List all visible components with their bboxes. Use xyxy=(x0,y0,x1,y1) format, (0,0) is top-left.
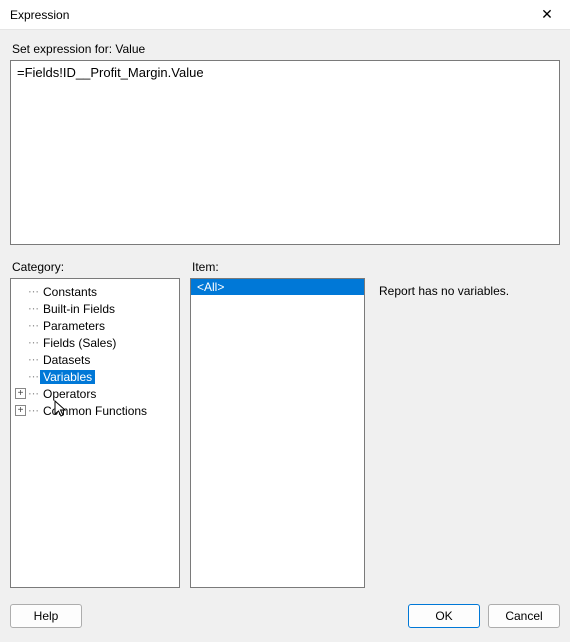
description-text: Report has no variables. xyxy=(375,278,560,304)
tree-connector-icon: ⋯ xyxy=(28,319,38,332)
cancel-button[interactable]: Cancel xyxy=(488,604,560,628)
list-item-all[interactable]: <All> xyxy=(191,279,364,295)
tree-item-variables[interactable]: ⋯ Variables xyxy=(13,368,177,385)
tree-item-builtin-fields[interactable]: ⋯ Built-in Fields xyxy=(13,300,177,317)
expand-icon[interactable]: + xyxy=(15,388,26,399)
middle-panels: Category: ⋯ Constants ⋯ Built-in Fields … xyxy=(10,258,560,588)
tree-item-label: Parameters xyxy=(40,319,108,333)
tree-item-label: Datasets xyxy=(40,353,93,367)
tree-item-parameters[interactable]: ⋯ Parameters xyxy=(13,317,177,334)
tree-connector-icon: ⋯ xyxy=(28,302,38,315)
tree-connector-icon: ⋯ xyxy=(28,353,38,366)
tree-connector-icon: ⋯ xyxy=(28,387,38,400)
item-list-panel[interactable]: <All> xyxy=(190,278,365,588)
help-button[interactable]: Help xyxy=(10,604,82,628)
category-label: Category: xyxy=(12,260,180,274)
list-item-label: <All> xyxy=(197,280,224,294)
item-label: Item: xyxy=(192,260,365,274)
tree-item-datasets[interactable]: ⋯ Datasets xyxy=(13,351,177,368)
window-title: Expression xyxy=(10,8,69,22)
tree-item-constants[interactable]: ⋯ Constants xyxy=(13,283,177,300)
dialog-content: Set expression for: Value Category: ⋯ Co… xyxy=(0,30,570,596)
tree-item-common-functions[interactable]: +⋯ Common Functions xyxy=(13,402,177,419)
tree-item-operators[interactable]: +⋯ Operators xyxy=(13,385,177,402)
ok-button[interactable]: OK xyxy=(408,604,480,628)
dialog-footer: Help OK Cancel xyxy=(0,596,570,638)
tree-item-label: Variables xyxy=(40,370,95,384)
description-spacer xyxy=(377,260,560,274)
expression-label: Set expression for: Value xyxy=(12,42,560,56)
footer-right-group: OK Cancel xyxy=(408,604,560,628)
tree-item-label: Built-in Fields xyxy=(40,302,118,316)
tree-item-label: Constants xyxy=(40,285,100,299)
item-column: Item: <All> xyxy=(190,258,365,588)
tree-connector-icon: ⋯ xyxy=(28,370,38,383)
close-icon[interactable]: ✕ xyxy=(532,6,562,23)
tree-connector-icon: ⋯ xyxy=(28,336,38,349)
category-column: Category: ⋯ Constants ⋯ Built-in Fields … xyxy=(10,258,180,588)
expression-input[interactable] xyxy=(10,60,560,245)
category-tree: ⋯ Constants ⋯ Built-in Fields ⋯ Paramete… xyxy=(11,279,179,423)
description-column: Report has no variables. xyxy=(375,258,560,588)
expand-icon[interactable]: + xyxy=(15,405,26,416)
titlebar: Expression ✕ xyxy=(0,0,570,30)
tree-item-fields[interactable]: ⋯ Fields (Sales) xyxy=(13,334,177,351)
tree-item-label: Operators xyxy=(40,387,99,401)
tree-item-label: Common Functions xyxy=(40,404,150,418)
category-tree-panel[interactable]: ⋯ Constants ⋯ Built-in Fields ⋯ Paramete… xyxy=(10,278,180,588)
tree-connector-icon: ⋯ xyxy=(28,404,38,417)
tree-connector-icon: ⋯ xyxy=(28,285,38,298)
tree-item-label: Fields (Sales) xyxy=(40,336,119,350)
